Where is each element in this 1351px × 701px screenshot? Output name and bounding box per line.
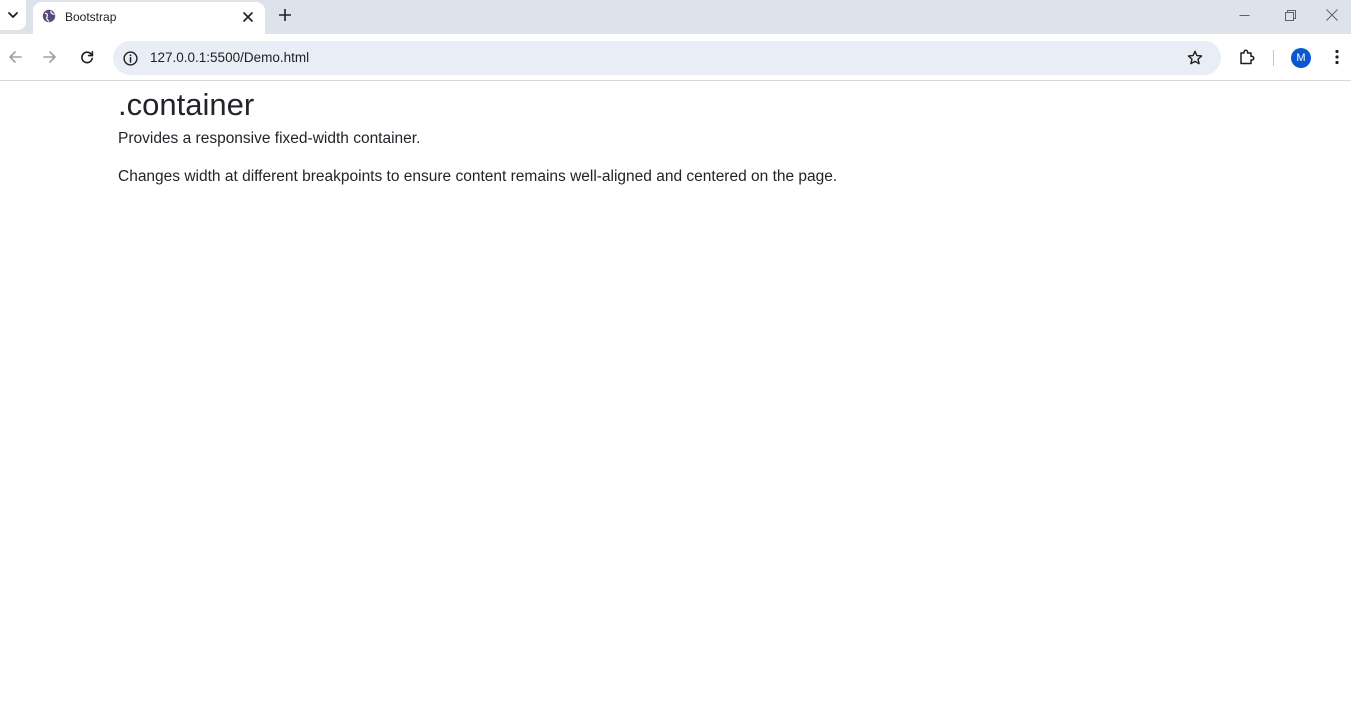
paragraph-intro: Provides a responsive fixed-width contai… — [118, 130, 421, 148]
paragraph-detail: Changes width at different breakpoints t… — [118, 168, 838, 186]
reload-icon — [81, 51, 94, 64]
info-icon — [122, 50, 138, 66]
bookmark-button[interactable] — [1186, 49, 1204, 67]
new-tab-button[interactable] — [275, 5, 295, 25]
minimize-icon — [1239, 14, 1249, 16]
tab-title: Bootstrap — [65, 10, 117, 24]
tab-close-button[interactable] — [240, 9, 256, 25]
toolbar-divider — [1273, 50, 1274, 66]
reload-button[interactable] — [75, 45, 99, 69]
address-bar[interactable]: 127.0.0.1:5500/Demo.html — [113, 41, 1221, 75]
window-close-button[interactable] — [1313, 0, 1351, 30]
puzzle-icon — [1240, 49, 1255, 65]
kebab-menu-icon — [1335, 49, 1339, 65]
chevron-down-icon — [8, 12, 18, 18]
browser-menu-button[interactable] — [1325, 45, 1349, 69]
site-info-button[interactable] — [122, 50, 138, 66]
star-icon — [1187, 50, 1203, 65]
minimize-button[interactable] — [1221, 0, 1267, 30]
arrow-left-icon — [9, 51, 22, 63]
restore-icon — [1284, 9, 1296, 21]
tab-search-button[interactable] — [0, 0, 26, 30]
plus-icon — [279, 9, 291, 21]
extensions-button[interactable] — [1235, 45, 1259, 69]
globe-icon — [42, 9, 56, 23]
content-container: .container Provides a responsive fixed-w… — [118, 82, 1234, 189]
close-icon — [1326, 9, 1338, 21]
arrow-right-icon — [43, 51, 56, 63]
browser-toolbar: 127.0.0.1:5500/Demo.html M — [0, 34, 1351, 81]
active-tab[interactable]: Bootstrap — [33, 2, 265, 34]
restore-button[interactable] — [1267, 0, 1313, 30]
page-viewport: .container Provides a responsive fixed-w… — [0, 82, 1351, 701]
forward-button[interactable] — [38, 45, 62, 69]
back-button[interactable] — [3, 45, 27, 69]
page-heading: .container — [118, 87, 255, 122]
url-text: 127.0.0.1:5500/Demo.html — [150, 50, 310, 65]
profile-avatar[interactable]: M — [1291, 48, 1311, 68]
close-icon — [243, 12, 253, 22]
tab-strip: Bootstrap — [0, 0, 1351, 34]
